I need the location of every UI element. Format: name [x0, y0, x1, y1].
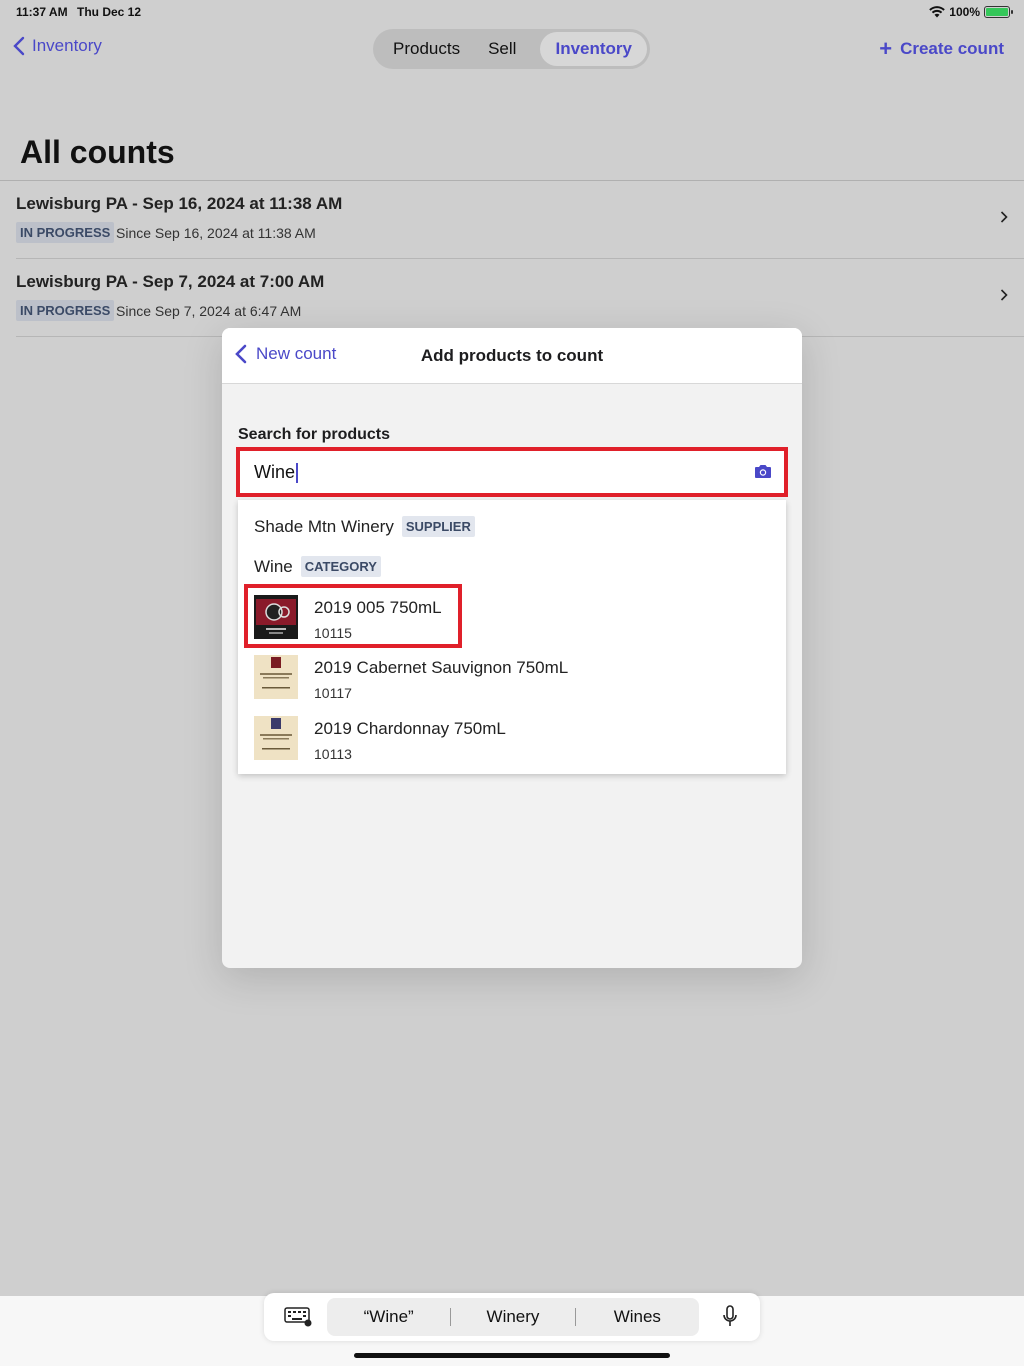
- search-value: Wine: [254, 462, 296, 482]
- product-sku: 10113: [314, 746, 352, 762]
- suggestion-name: Wine: [254, 556, 293, 576]
- prediction-item[interactable]: “Wine”: [327, 1307, 450, 1327]
- count-since: Since Sep 7, 2024 at 6:47 AM: [116, 303, 302, 319]
- product-name: 2019 Cabernet Sauvignon 750mL: [314, 658, 569, 677]
- suggestion-name: Shade Mtn Winery: [254, 516, 394, 536]
- keyboard-icon[interactable]: [284, 1307, 312, 1327]
- status-bar: 11:37 AM Thu Dec 12 100%: [0, 0, 1024, 24]
- search-input[interactable]: Wine: [254, 462, 724, 484]
- search-label: Search for products: [238, 426, 391, 443]
- status-time: 11:37 AM: [16, 5, 68, 19]
- add-products-modal: New count Add products to count Search f…: [222, 328, 802, 968]
- product-thumbnail: [254, 716, 298, 760]
- text-caret: [296, 463, 299, 484]
- segment-inventory[interactable]: Inventory: [540, 32, 647, 66]
- segment-products[interactable]: Products: [376, 32, 474, 66]
- count-since: Since Sep 16, 2024 at 11:38 AM: [116, 225, 316, 241]
- suggestion-tag: SUPPLIER: [401, 516, 475, 537]
- modal-header: New count Add products to count: [222, 328, 802, 384]
- suggestion-category[interactable]: Wine CATEGORY: [254, 556, 381, 577]
- count-row[interactable]: Lewisburg PA - Sep 7, 2024 at 7:00 AM IN…: [16, 259, 1024, 337]
- back-label: Inventory: [32, 36, 102, 55]
- segment-sell[interactable]: Sell: [474, 32, 530, 66]
- microphone-icon[interactable]: [722, 1305, 738, 1329]
- chevron-right-icon: [1000, 211, 1008, 223]
- highlight-frame: [244, 584, 462, 648]
- home-indicator[interactable]: [354, 1353, 670, 1358]
- plus-icon: +: [879, 36, 893, 61]
- camera-icon[interactable]: [754, 463, 772, 479]
- battery-icon: [984, 6, 1013, 18]
- product-thumbnail: [254, 655, 298, 699]
- product-result[interactable]: 2019 Cabernet Sauvignon 750mL 10117: [254, 650, 774, 704]
- search-results: Shade Mtn Winery SUPPLIER Wine CATEGORY …: [238, 500, 786, 774]
- count-title: Lewisburg PA - Sep 16, 2024 at 11:38 AM: [16, 194, 343, 213]
- back-button-inventory[interactable]: Inventory: [12, 36, 102, 56]
- count-row[interactable]: Lewisburg PA - Sep 16, 2024 at 11:38 AM …: [16, 181, 1024, 259]
- product-result[interactable]: 2019 Chardonnay 750mL 10113: [254, 711, 774, 765]
- modal-title: Add products to count: [420, 346, 604, 365]
- product-sku: 10117: [314, 685, 352, 701]
- status-date: Thu Dec 12: [77, 5, 142, 19]
- product-name: 2019 Chardonnay 750mL: [314, 719, 506, 738]
- suggestion-tag: CATEGORY: [300, 556, 381, 577]
- chevron-left-icon: [13, 36, 25, 56]
- suggestion-supplier[interactable]: Shade Mtn Winery SUPPLIER: [254, 516, 475, 537]
- status-badge: IN PROGRESS: [16, 300, 115, 321]
- search-field[interactable]: Wine: [236, 447, 788, 497]
- prediction-item[interactable]: Winery: [451, 1307, 574, 1327]
- page-title: All counts: [20, 134, 175, 170]
- create-count-label: Create count: [900, 39, 1004, 58]
- status-badge: IN PROGRESS: [16, 222, 115, 243]
- count-title: Lewisburg PA - Sep 7, 2024 at 7:00 AM: [16, 272, 325, 291]
- wifi-icon: [929, 6, 946, 18]
- chevron-right-icon: [1000, 289, 1008, 301]
- keyboard-shortcuts: “Wine” Winery Wines: [264, 1293, 760, 1341]
- create-count-button[interactable]: + Create count: [879, 38, 1004, 60]
- prediction-item[interactable]: Wines: [576, 1307, 699, 1327]
- predictive-text: “Wine” Winery Wines: [327, 1298, 699, 1336]
- segmented-control: Products Sell Inventory: [373, 29, 650, 69]
- battery-percent: 100%: [949, 5, 980, 19]
- status-indicators: 100%: [929, 5, 1013, 19]
